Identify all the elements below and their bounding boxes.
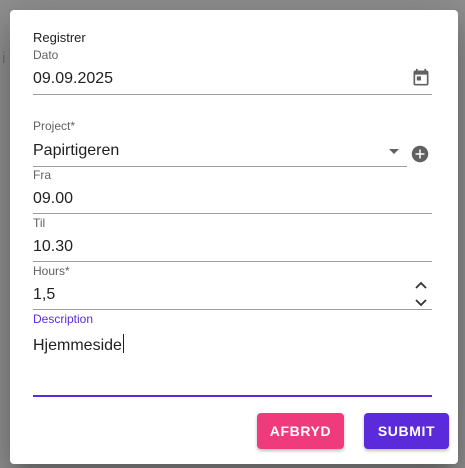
- hours-label: Hours*: [33, 264, 70, 278]
- to-time-field[interactable]: Til 10.30: [33, 216, 432, 264]
- register-dialog: Registrer Dato 09.09.2025 Project* Papir…: [10, 10, 458, 464]
- stepper-icon[interactable]: [414, 280, 428, 308]
- project-label: Project*: [33, 119, 76, 133]
- project-select[interactable]: Project* Papirtigeren: [33, 119, 407, 167]
- from-value: 09.00: [33, 190, 74, 207]
- hours-field[interactable]: Hours* 1,5: [33, 264, 432, 312]
- date-field[interactable]: Dato 09.09.2025: [33, 48, 432, 96]
- description-value: Hjemmeside: [33, 334, 124, 355]
- submit-button[interactable]: SUBMIT: [364, 413, 449, 449]
- to-value: 10.30: [33, 238, 74, 255]
- dialog-title: Registrer: [33, 30, 86, 45]
- date-label: Dato: [33, 48, 59, 62]
- cancel-button[interactable]: AFBRYD: [257, 413, 344, 449]
- background-page: i: [2, 50, 6, 67]
- calendar-icon[interactable]: [411, 68, 431, 88]
- from-label: Fra: [33, 168, 51, 182]
- description-label: Description: [33, 312, 94, 326]
- to-label: Til: [33, 216, 46, 230]
- hours-value: 1,5: [33, 286, 56, 303]
- text-cursor: [122, 334, 124, 353]
- description-field[interactable]: Description Hjemmeside: [33, 312, 432, 398]
- chevron-down-icon[interactable]: [388, 148, 400, 156]
- from-time-field[interactable]: Fra 09.00: [33, 168, 432, 216]
- add-circle-icon[interactable]: [411, 145, 429, 163]
- description-text: Hjemmeside: [33, 337, 122, 354]
- date-value: 09.09.2025: [33, 70, 114, 87]
- project-value: Papirtigeren: [33, 142, 120, 159]
